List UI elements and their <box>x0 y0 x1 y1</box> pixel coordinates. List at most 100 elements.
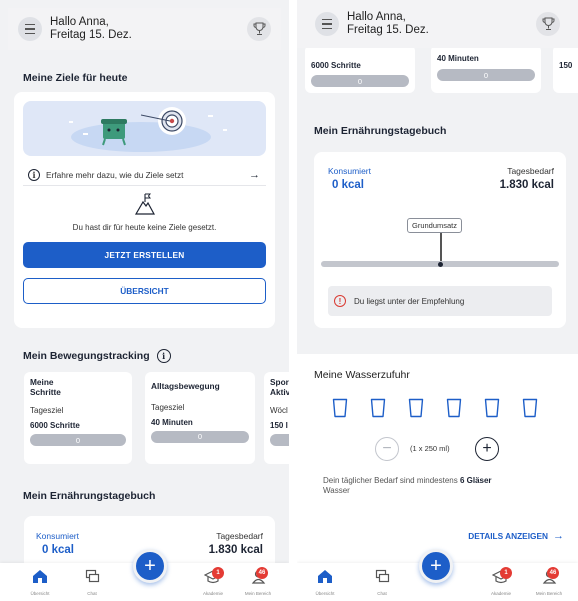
nav-chat[interactable]: Chat <box>72 569 112 596</box>
greeting-block: Hallo Anna, Freitag 15. Dez. <box>50 16 132 42</box>
app-header: Hallo Anna, Freitag 15. Dez. <box>8 8 281 50</box>
tracking-card-everyday[interactable]: 40 Minuten 0 <box>431 45 541 93</box>
goals-info-link[interactable]: i Erfahre mehr dazu, wie du Ziele setzt … <box>23 164 266 186</box>
menu-icon <box>322 18 332 21</box>
consumed-label: Konsumiert <box>328 166 371 176</box>
tracking-progress-pill: 0 <box>311 75 409 87</box>
tracking-card-value: 40 Minuten <box>151 417 193 427</box>
water-increase-button[interactable]: + <box>475 437 499 461</box>
tracking-card-sport[interactable]: Spor Aktiv Wöcl 150 l <box>264 372 289 464</box>
need-value: 1.830 kcal <box>208 544 263 556</box>
nutrition-card[interactable]: Konsumiert 0 kcal Tagesbedarf 1.830 kcal… <box>314 152 566 328</box>
tracking-card-value: 40 Minuten <box>437 54 479 63</box>
nav-label: Übersicht <box>30 591 50 596</box>
tracking-section-title: Mein Bewegungstracking i <box>23 349 177 363</box>
tracking-card-label: Tagesziel <box>151 402 185 412</box>
water-glass-icon[interactable] <box>332 398 348 423</box>
water-hint-suffix: Wasser <box>323 486 350 495</box>
warning-text: Du liegst unter der Empfehlung <box>354 296 465 306</box>
tracking-card-value: 150 <box>559 61 573 70</box>
chat-icon <box>375 569 389 583</box>
nav-label: Übersicht <box>315 591 335 596</box>
home-icon <box>318 570 332 583</box>
water-glass-icon[interactable] <box>446 398 462 423</box>
water-glass-icon[interactable] <box>370 398 386 423</box>
tracking-card-steps[interactable]: Meine Schritte Tagesziel 6000 Schritte 0 <box>24 372 132 464</box>
greeting-block: Hallo Anna, Freitag 15. Dez. <box>347 11 429 37</box>
home-icon <box>33 570 47 583</box>
water-glasses-row <box>332 398 542 420</box>
menu-button[interactable] <box>315 12 339 36</box>
need-label: Tagesbedarf <box>507 166 554 176</box>
info-icon: i <box>28 168 40 181</box>
screen-overview-top: Hallo Anna, Freitag 15. Dez. Meine Ziele… <box>0 0 289 601</box>
add-fab-button[interactable]: + <box>419 549 453 583</box>
goals-banner-illustration <box>23 101 266 156</box>
water-hint: Dein täglicher Bedarf sind mindestens 6 … <box>323 476 543 496</box>
nutrition-section-title: Mein Ernährungstagebuch <box>23 490 156 502</box>
warning-icon: ! <box>334 295 346 307</box>
mountain-flag-icon <box>134 192 156 221</box>
consumed-value: 0 kcal <box>42 544 74 556</box>
screen-overview-scrolled: 6000 Schritte 0 40 Minuten 0 150 Hallo A… <box>297 0 578 601</box>
tracking-progress-pill: 0 <box>151 430 249 443</box>
consumed-value: 0 kcal <box>332 179 364 191</box>
tracking-info-icon[interactable]: i <box>156 349 171 363</box>
app-header: Hallo Anna, Freitag 15. Dez. <box>297 0 578 48</box>
water-hint-prefix: Dein täglicher Bedarf sind mindestens <box>323 476 460 485</box>
date-text: Freitag 15. Dez. <box>50 29 132 41</box>
water-decrease-button[interactable]: − <box>375 437 399 461</box>
goals-section-title: Meine Ziele für heute <box>23 72 128 84</box>
tracking-card-title: Spor Aktiv <box>270 377 289 397</box>
water-hint-bold: 6 Gläser <box>459 476 492 485</box>
water-glass-icon[interactable] <box>522 398 538 423</box>
tracking-card-title: Meine Schritte <box>30 377 61 397</box>
calorie-warning: ! Du liegst unter der Empfehlung <box>328 286 552 316</box>
tracking-card-value: 6000 Schritte <box>30 421 80 430</box>
water-glass-icon[interactable] <box>408 398 424 423</box>
nav-label: Mein Bereich <box>535 591 563 596</box>
consumed-label: Konsumiert <box>36 531 79 541</box>
trophy-button[interactable] <box>536 12 560 36</box>
overview-button[interactable]: ÜBERSICHT <box>23 278 266 304</box>
academy-badge: 1 <box>212 567 224 579</box>
menu-icon <box>25 23 35 26</box>
menu-button[interactable] <box>18 17 42 41</box>
nav-overview[interactable]: Übersicht <box>305 569 345 596</box>
trophy-icon <box>253 22 265 35</box>
basal-rate-marker-dot <box>438 262 443 267</box>
trophy-button[interactable] <box>247 17 271 41</box>
tracking-card-steps[interactable]: 6000 Schritte 0 <box>305 45 415 93</box>
create-goal-button[interactable]: JETZT ERSTELLEN <box>23 242 266 268</box>
tracking-card-label: Wöcl <box>270 406 288 415</box>
need-value: 1.830 kcal <box>499 179 554 191</box>
nav-label: Chat <box>377 591 387 596</box>
trophy-icon <box>542 17 554 30</box>
add-fab-button[interactable]: + <box>133 549 167 583</box>
nav-overview[interactable]: Übersicht <box>20 569 60 596</box>
tracking-card-value: 150 l <box>270 421 288 430</box>
tracking-card-title: Alltagsbewegung <box>151 381 220 391</box>
date-text: Freitag 15. Dez. <box>347 24 429 36</box>
goals-card: i Erfahre mehr dazu, wie du Ziele setzt … <box>14 92 275 328</box>
tracking-card-value: 6000 Schritte <box>311 61 361 70</box>
need-block: Tagesbedarf 1.830 kcal <box>500 166 554 191</box>
water-section-title: Meine Wasserzufuhr <box>314 369 410 381</box>
tracking-progress-pill: 0 <box>437 69 535 81</box>
arrow-right-icon: → <box>249 168 260 181</box>
nav-chat[interactable]: Chat <box>362 569 402 596</box>
water-glass-icon[interactable] <box>484 398 500 423</box>
nutrition-section-title: Mein Ernährungstagebuch <box>314 125 447 137</box>
profile-badge: 46 <box>547 567 559 579</box>
nav-label: Akademie <box>202 591 223 596</box>
tracking-card-sport[interactable]: 150 <box>553 45 578 93</box>
chat-icon <box>85 569 99 583</box>
tracking-progress-pill <box>270 434 289 446</box>
nav-label: Chat <box>87 591 97 596</box>
details-link[interactable]: DETAILS ANZEIGEN → <box>468 530 564 542</box>
academy-badge: 1 <box>500 567 512 579</box>
greeting-text: Hallo Anna, <box>50 16 109 28</box>
goals-info-text: Erfahre mehr dazu, wie du Ziele setzt <box>46 169 184 180</box>
tracking-card-everyday[interactable]: Alltagsbewegung Tagesziel 40 Minuten 0 <box>145 372 255 464</box>
no-goals-message: Du hast dir für heute keine Ziele gesetz… <box>72 223 217 232</box>
